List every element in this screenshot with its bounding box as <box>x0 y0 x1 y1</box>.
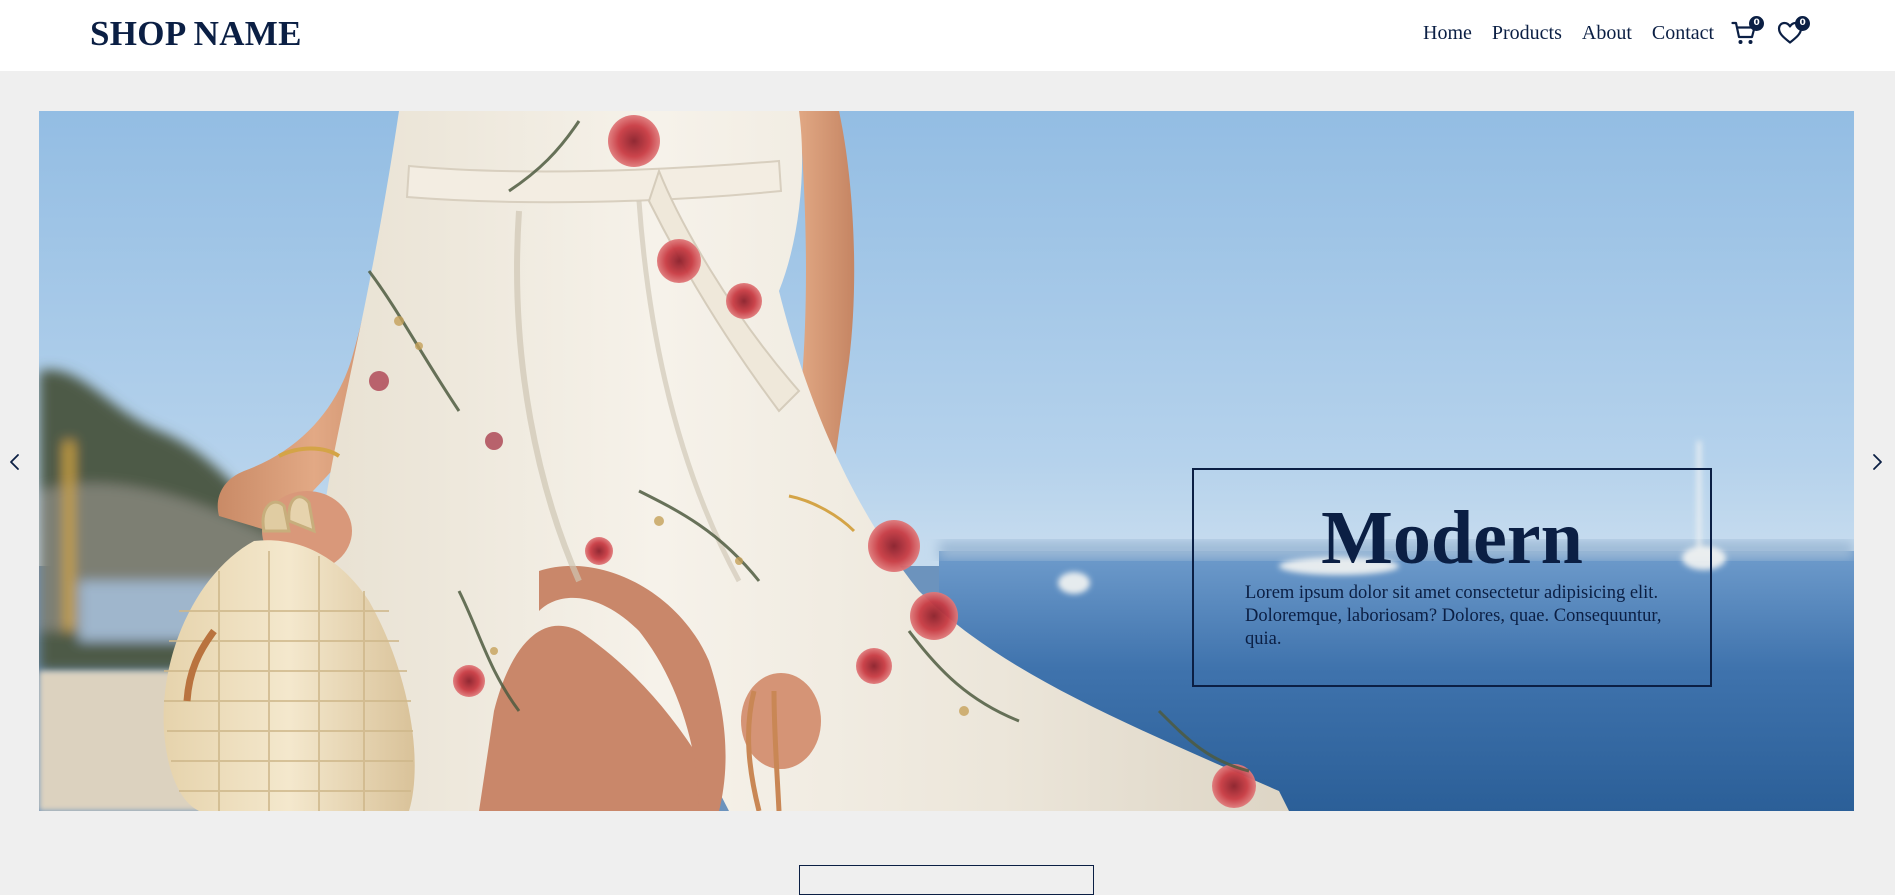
nav-contact-link[interactable]: Contact <box>1652 22 1714 45</box>
cart-count-badge: 0 <box>1749 16 1765 31</box>
chevron-left-icon <box>10 454 19 470</box>
brand-logo[interactable]: SHOP NAME <box>90 14 302 54</box>
hero-caption: Modern Lorem ipsum dolor sit amet consec… <box>1192 468 1712 687</box>
section-outline-button[interactable] <box>799 865 1094 895</box>
cart-button[interactable]: 0 <box>1731 16 1765 46</box>
site-header: SHOP NAME Home Products About Contact 0 … <box>0 0 1895 71</box>
nav-home-link[interactable]: Home <box>1423 22 1472 45</box>
slider-next-button[interactable] <box>1867 452 1887 472</box>
hero-title: Modern <box>1321 496 1583 580</box>
nav-about-link[interactable]: About <box>1582 22 1632 45</box>
hero-slider: Modern Lorem ipsum dolor sit amet consec… <box>39 111 1854 811</box>
hero-description: Lorem ipsum dolor sit amet consectetur a… <box>1245 583 1662 649</box>
main-nav: Home Products About Contact 0 0 <box>1423 16 1811 46</box>
hero-image <box>39 111 1854 811</box>
wishlist-count-badge: 0 <box>1795 16 1811 31</box>
wishlist-button[interactable]: 0 <box>1777 16 1811 46</box>
nav-products-link[interactable]: Products <box>1492 22 1562 45</box>
chevron-right-icon <box>1873 454 1882 470</box>
slider-prev-button[interactable] <box>5 452 25 472</box>
